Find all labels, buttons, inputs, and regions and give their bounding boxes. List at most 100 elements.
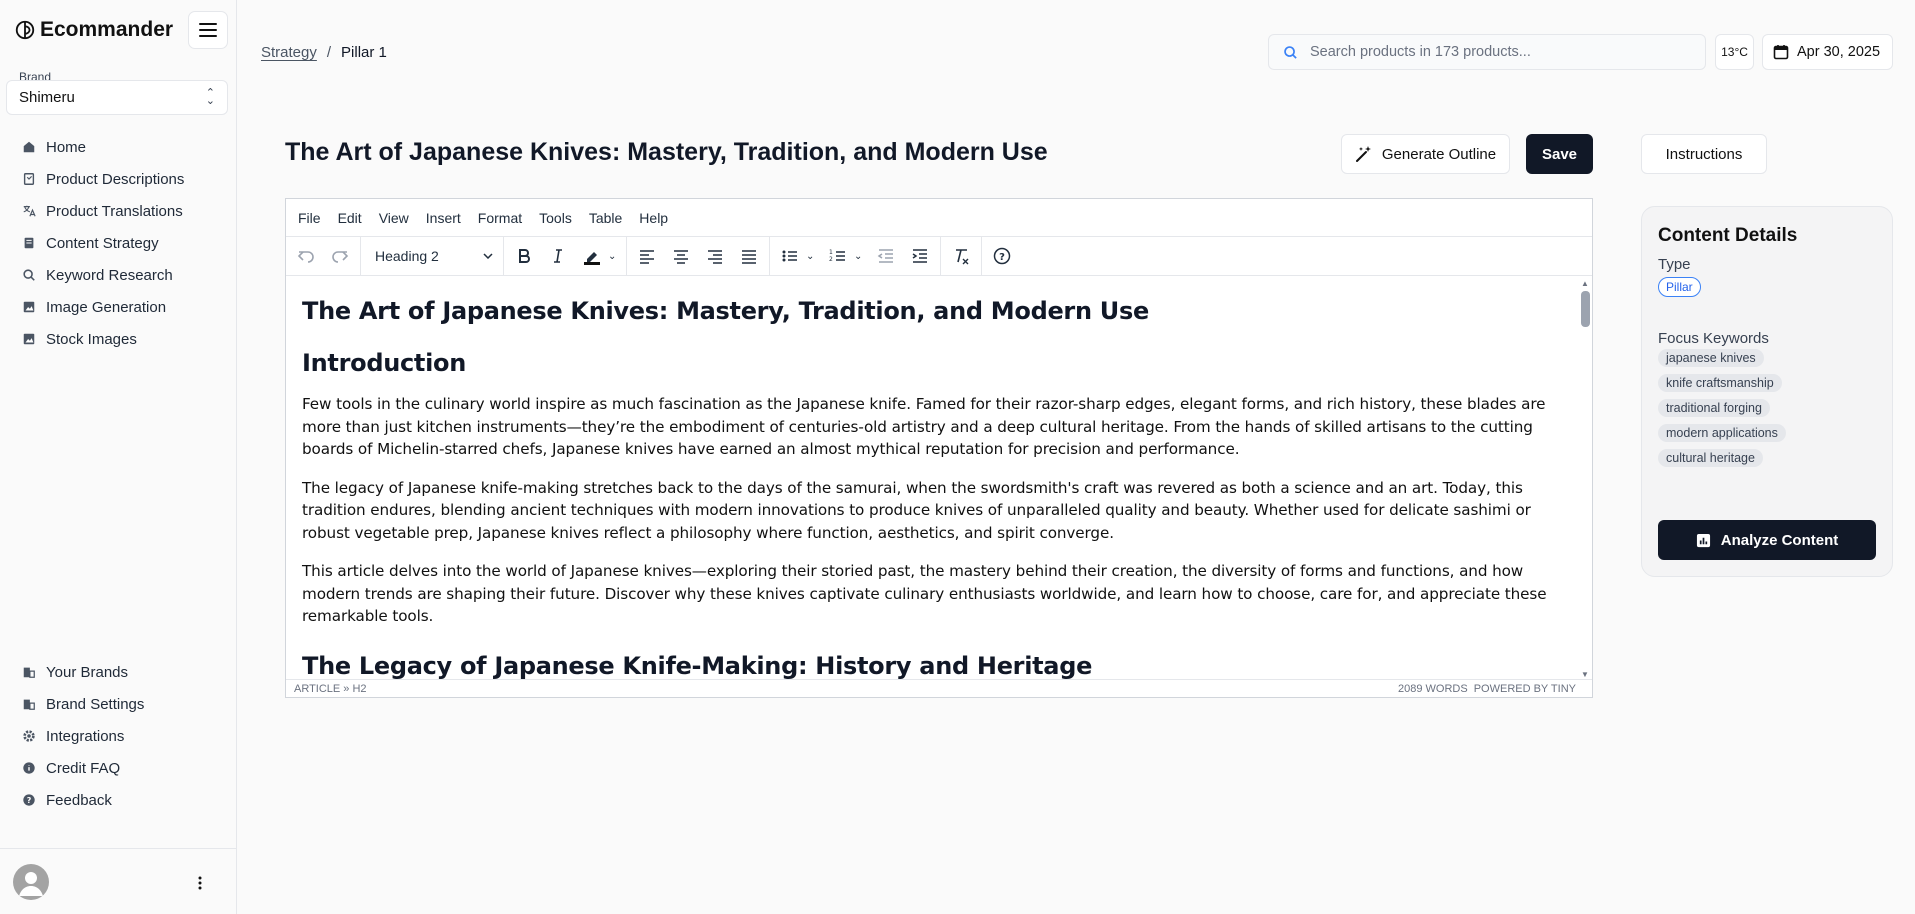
help-button[interactable]: ? [986, 241, 1018, 271]
home-icon [23, 141, 35, 153]
menu-tools[interactable]: Tools [539, 210, 572, 226]
brand-select[interactable]: Shimeru ⌃ ⌄ [6, 80, 228, 115]
nav-item-stock-images[interactable]: Stock Images [0, 323, 237, 355]
chevron-down-icon [483, 253, 493, 259]
nav-label: Brand Settings [46, 695, 145, 713]
bullet-list-chevron-icon[interactable]: ⌄ [806, 251, 820, 262]
align-right-icon [708, 250, 722, 264]
editor-menubar: File Edit View Insert Format Tools Table… [286, 199, 1592, 237]
align-right-button[interactable] [699, 241, 731, 271]
weather-badge: 13°C [1715, 34, 1754, 70]
align-center-icon [674, 250, 688, 264]
avatar[interactable] [13, 864, 49, 900]
nav-item-product-translations[interactable]: Product Translations [0, 195, 237, 227]
numbered-list-chevron-icon[interactable]: ⌄ [854, 251, 868, 262]
help-icon: ? [23, 794, 35, 806]
kebab-icon [198, 876, 202, 890]
nav-label: Keyword Research [46, 266, 173, 284]
indent-button[interactable] [904, 241, 936, 271]
app-name: Ecommander [40, 18, 174, 41]
redo-icon [332, 251, 349, 263]
keyword-list: japanese knives knife craftsmanship trad… [1658, 349, 1876, 467]
powered-by-link[interactable]: POWERED BY TINY [1474, 683, 1576, 695]
breadcrumb-parent-link[interactable]: Strategy [261, 44, 317, 61]
nav-label: Credit FAQ [46, 759, 121, 777]
editor-content[interactable]: The Art of Japanese Knives: Mastery, Tra… [286, 277, 1578, 681]
block-format-value: Heading 2 [375, 248, 439, 264]
page-title: The Art of Japanese Knives: Mastery, Tra… [285, 138, 1048, 166]
building-icon [23, 667, 35, 678]
nav-label: Product Descriptions [46, 170, 185, 188]
highlighter-icon [584, 252, 600, 265]
svg-text:1: 1 [829, 249, 833, 256]
content-paragraph: The legacy of Japanese knife-making stre… [302, 478, 1531, 542]
outdent-button[interactable] [870, 241, 902, 271]
search-input[interactable]: Search products in 173 products... [1268, 34, 1706, 70]
panel-title: Content Details [1658, 225, 1798, 246]
nav-item-product-descriptions[interactable]: Product Descriptions [0, 163, 237, 195]
align-center-button[interactable] [665, 241, 697, 271]
nav-item-brand-settings[interactable]: Brand Settings [0, 688, 237, 720]
highlight-button[interactable] [576, 241, 608, 271]
nav-item-feedback[interactable]: ? Feedback [0, 784, 237, 816]
outdent-icon [877, 249, 893, 263]
building-icon [23, 699, 35, 710]
menu-toggle-button[interactable] [188, 11, 228, 49]
align-justify-button[interactable] [733, 241, 765, 271]
scroll-thumb[interactable] [1581, 291, 1590, 327]
editor-toolbar: Heading 2 ⌄ ⌄ 12 ⌄ ? [286, 237, 1592, 276]
nav-label: Feedback [46, 791, 112, 809]
word-count[interactable]: 2089 WORDS [1398, 683, 1468, 695]
keyword-tag: japanese knives [1658, 349, 1764, 367]
nav-item-your-brands[interactable]: Your Brands [0, 656, 237, 688]
sidebar: Ecommander Brand Shimeru ⌃ ⌄ Home Product… [0, 0, 237, 914]
menu-help[interactable]: Help [639, 210, 668, 226]
numbered-list-button[interactable]: 12 [822, 241, 854, 271]
date-picker-button[interactable]: Apr 30, 2025 [1762, 34, 1893, 70]
app-logo[interactable]: Ecommander [14, 18, 173, 42]
menu-view[interactable]: View [379, 210, 409, 226]
italic-icon [554, 249, 562, 263]
bullet-list-button[interactable] [774, 241, 806, 271]
user-icon [19, 872, 43, 896]
scroll-down-icon[interactable]: ▼ [1581, 670, 1589, 679]
analyze-content-button[interactable]: Analyze Content [1658, 520, 1876, 560]
undo-icon [297, 251, 314, 263]
nav-item-content-strategy[interactable]: Content Strategy [0, 227, 237, 259]
help-group: ? [982, 237, 1022, 275]
nav-item-integrations[interactable]: Integrations [0, 720, 237, 752]
nav-item-credit-faq[interactable]: Credit FAQ [0, 752, 237, 784]
element-path[interactable]: ARTICLE » H2 [294, 683, 367, 695]
content-details-panel: Content Details Type Pillar Focus Keywor… [1641, 206, 1893, 577]
numbered-list-icon: 12 [829, 249, 845, 263]
image-icon [23, 301, 35, 313]
redo-button[interactable] [324, 241, 356, 271]
search-placeholder: Search products in 173 products... [1310, 44, 1531, 60]
menu-edit[interactable]: Edit [338, 210, 362, 226]
generate-outline-button[interactable]: Generate Outline [1341, 134, 1510, 174]
highlight-chevron-icon[interactable]: ⌄ [608, 251, 622, 262]
more-options-button[interactable] [186, 869, 214, 897]
clear-formatting-button[interactable] [945, 241, 977, 271]
block-format-select[interactable]: Heading 2 [365, 241, 499, 271]
type-label: Type [1658, 256, 1691, 273]
nav-item-keyword-research[interactable]: Keyword Research [0, 259, 237, 291]
menu-table[interactable]: Table [589, 210, 622, 226]
temperature: 13°C [1721, 45, 1748, 59]
instructions-button[interactable]: Instructions [1641, 134, 1767, 174]
keyword-tag: modern applications [1658, 424, 1786, 442]
bold-button[interactable] [508, 241, 540, 271]
hamburger-icon [199, 23, 217, 37]
nav-item-image-generation[interactable]: Image Generation [0, 291, 237, 323]
italic-button[interactable] [542, 241, 574, 271]
nav-item-home[interactable]: Home [0, 131, 237, 163]
menu-insert[interactable]: Insert [426, 210, 461, 226]
editor-scrollbar[interactable]: ▲ ▼ [1578, 277, 1592, 681]
menu-format[interactable]: Format [478, 210, 522, 226]
align-left-button[interactable] [631, 241, 663, 271]
menu-file[interactable]: File [298, 210, 321, 226]
save-button[interactable]: Save [1526, 134, 1593, 174]
undo-button[interactable] [290, 241, 322, 271]
scroll-up-icon[interactable]: ▲ [1581, 279, 1589, 288]
main-nav: Home Product Descriptions Product Transl… [0, 131, 237, 355]
